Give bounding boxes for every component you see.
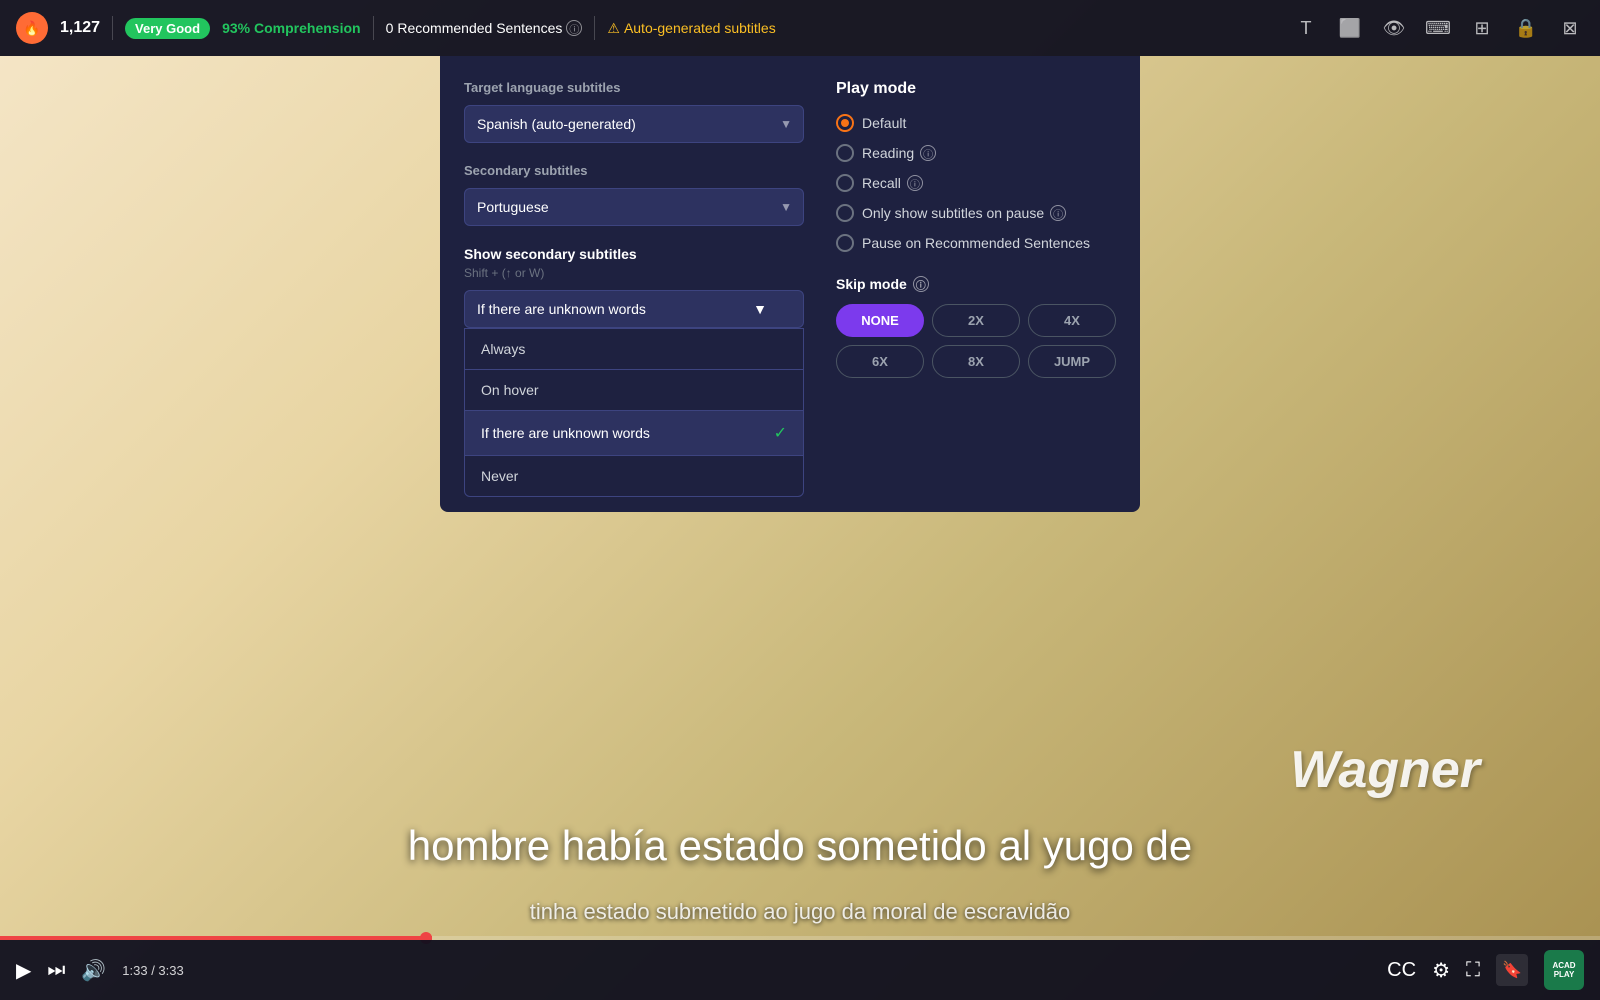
recommended-info-icon[interactable]: ⓘ [566, 20, 582, 36]
top-bar: 🔥 1,127 Very Good 93% Comprehension 0 Re… [0, 0, 1600, 56]
option-unknown-words-label: If there are unknown words [481, 425, 650, 441]
skip-mode-title: Skip mode ⓘ [836, 276, 1116, 292]
radio-label-reading: Reading ⓘ [862, 145, 936, 161]
skip-btn-none[interactable]: NONE [836, 304, 924, 337]
radio-btn-default [836, 114, 854, 132]
keyboard-icon[interactable]: ⌨ [1424, 14, 1452, 42]
target-lang-select[interactable]: Spanish (auto-generated) [464, 105, 804, 143]
auto-generated-label: ⚠ Auto-generated subtitles [607, 20, 775, 37]
time-display: 1:33 / 3:33 [122, 963, 183, 978]
play-mode-title: Play mode [836, 80, 1116, 98]
bookmark-icon[interactable]: 🔖 [1496, 954, 1528, 986]
secondary-lang-select[interactable]: Portuguese [464, 188, 804, 226]
cc-button[interactable]: CC [1387, 959, 1416, 982]
reading-info-icon[interactable]: ⓘ [920, 145, 936, 161]
badge-very-good: Very Good [125, 18, 210, 39]
recommended-sentences: 0 Recommended Sentences ⓘ [386, 20, 583, 36]
skip-btn-4x[interactable]: 4X [1028, 304, 1116, 337]
radio-item-default[interactable]: Default [836, 114, 1116, 132]
play-button[interactable]: ▶ [16, 958, 31, 983]
subtitle-secondary: tinha estado submetido ao jugo da moral … [0, 899, 1600, 925]
comprehension-percent: 93% [222, 20, 250, 36]
skip-buttons-grid: NONE 2X 4X 6X 8X JUMP [836, 304, 1116, 378]
radio-btn-only-show [836, 204, 854, 222]
target-lang-label: Target language subtitles [464, 80, 804, 95]
radio-item-only-show[interactable]: Only show subtitles on pause ⓘ [836, 204, 1116, 222]
checkmark-icon: ✓ [774, 423, 787, 443]
skip-mode-info-icon[interactable]: ⓘ [913, 276, 929, 292]
show-secondary-shortcut: Shift + (↑ or W) [464, 266, 804, 280]
radio-label-default: Default [862, 115, 906, 131]
radio-btn-reading [836, 144, 854, 162]
controls-right: CC ⚙ ⛶ 🔖 ACADPLAY [1387, 950, 1584, 990]
only-show-info-icon[interactable]: ⓘ [1050, 205, 1066, 221]
radio-item-reading[interactable]: Reading ⓘ [836, 144, 1116, 162]
next-button[interactable]: ⏭ [47, 959, 65, 982]
app-logo: 🔥 [16, 12, 48, 44]
divider3 [594, 16, 595, 40]
radio-item-pause-recommended[interactable]: Pause on Recommended Sentences [836, 234, 1116, 252]
dropdown-option-on-hover[interactable]: On hover [465, 370, 803, 410]
word-count: 1,127 [60, 19, 100, 37]
radio-label-recall: Recall ⓘ [862, 175, 923, 191]
lock-icon[interactable]: 🔒 [1512, 14, 1540, 42]
radio-label-only-show: Only show subtitles on pause ⓘ [862, 205, 1066, 221]
radio-btn-recall [836, 174, 854, 192]
wagner-background-text: Wagner [1290, 740, 1480, 800]
secondary-lang-label: Secondary subtitles [464, 163, 804, 178]
academia-logo: ACADPLAY [1544, 950, 1584, 990]
player-controls: ▶ ⏭ 🔊 1:33 / 3:33 CC ⚙ ⛶ 🔖 ACADPLAY [0, 940, 1600, 1000]
skip-btn-8x[interactable]: 8X [932, 345, 1020, 378]
subtitle-primary: hombre había estado sometido al yugo de [0, 822, 1600, 870]
show-secondary-title: Show secondary subtitles [464, 246, 804, 262]
eye-icon[interactable]: 👁 [1380, 14, 1408, 42]
radio-label-pause-recommended: Pause on Recommended Sentences [862, 235, 1090, 251]
comprehension-label: Comprehension [254, 20, 361, 36]
dropdown-menu: Always On hover If there are unknown wor… [464, 328, 804, 497]
skip-btn-2x[interactable]: 2X [932, 304, 1020, 337]
divider2 [373, 16, 374, 40]
dropdown-option-never[interactable]: Never [465, 456, 803, 496]
settings-left: Target language subtitles Spanish (auto-… [464, 80, 804, 488]
external-icon[interactable]: ⊠ [1556, 14, 1584, 42]
option-on-hover-label: On hover [481, 382, 539, 398]
target-lang-select-wrapper: Spanish (auto-generated) ▼ [464, 105, 804, 143]
option-never-label: Never [481, 468, 518, 484]
recommended-label: Recommended Sentences [397, 20, 562, 36]
settings-button[interactable]: ⚙ [1432, 958, 1450, 983]
recommended-count: 0 [386, 20, 394, 36]
play-mode-radio-group: Default Reading ⓘ Recall ⓘ Only show [836, 114, 1116, 252]
text-icon[interactable]: T [1292, 14, 1320, 42]
fullscreen-button[interactable]: ⛶ [1466, 959, 1480, 982]
skip-btn-jump[interactable]: JUMP [1028, 345, 1116, 378]
volume-button[interactable]: 🔊 [81, 958, 106, 983]
dropdown-option-unknown-words[interactable]: If there are unknown words ✓ [465, 411, 803, 455]
show-secondary-dropdown: If there are unknown words ▼ Always On h… [464, 290, 804, 328]
option-always-label: Always [481, 341, 525, 357]
warning-icon: ⚠ [607, 20, 620, 37]
comprehension-display: 93% Comprehension [222, 20, 361, 36]
dropdown-current-value: If there are unknown words [477, 301, 646, 317]
secondary-lang-select-wrapper: Portuguese ▼ [464, 188, 804, 226]
settings-panel: Target language subtitles Spanish (auto-… [440, 56, 1140, 512]
toolbar-icons: T ⬜ 👁 ⌨ ⊞ 🔒 ⊠ [1292, 14, 1584, 42]
dropdown-arrow: ▼ [753, 301, 767, 317]
dropdown-option-always[interactable]: Always [465, 329, 803, 369]
layout-icon[interactable]: ⊞ [1468, 14, 1496, 42]
dropdown-trigger[interactable]: If there are unknown words ▼ [464, 290, 804, 328]
settings-right: Play mode Default Reading ⓘ Recall ⓘ [836, 80, 1116, 488]
divider [112, 16, 113, 40]
recall-info-icon[interactable]: ⓘ [907, 175, 923, 191]
radio-item-recall[interactable]: Recall ⓘ [836, 174, 1116, 192]
radio-btn-pause-recommended [836, 234, 854, 252]
skip-btn-6x[interactable]: 6X [836, 345, 924, 378]
cc-icon[interactable]: ⬜ [1336, 14, 1364, 42]
